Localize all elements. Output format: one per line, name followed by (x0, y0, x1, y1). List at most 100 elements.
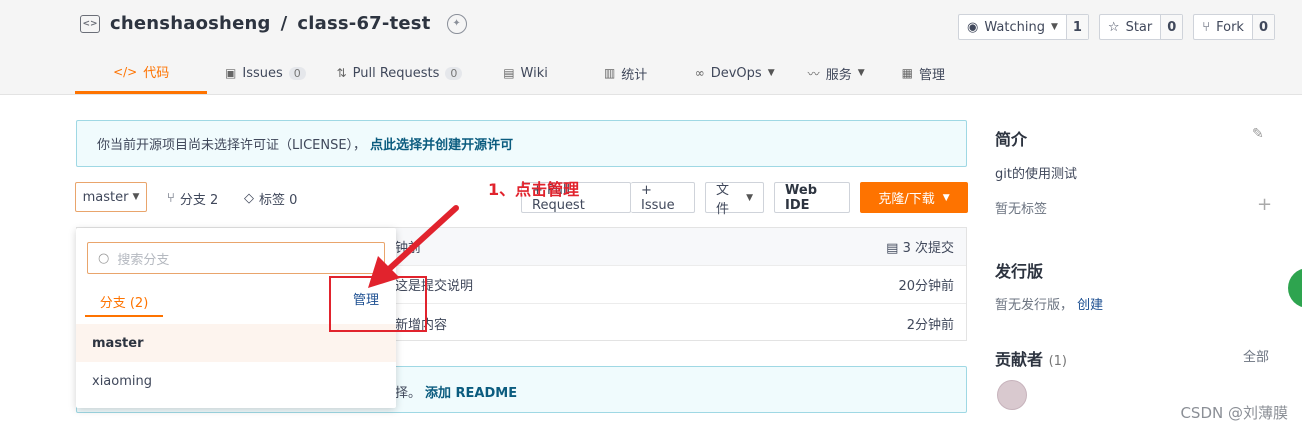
add-tag-icon[interactable]: + (1257, 194, 1272, 215)
commit-count-link[interactable]: ▤ 3 次提交 (886, 237, 954, 256)
branch-icon: ⑂ (167, 191, 175, 206)
manage-icon: ▦ (901, 66, 913, 80)
service-icon: 〰 (807, 66, 820, 81)
repo-tabs: </> 代码 ▣ Issues 0 ⇅ Pull Requests 0 ▤ Wi… (75, 52, 968, 95)
devops-icon: ∞ (694, 66, 705, 80)
wiki-icon: ▤ (503, 66, 515, 80)
tab-devops[interactable]: ∞ DevOps ▼ (676, 52, 794, 94)
fork-button[interactable]: ⑂ Fork 0 (1193, 14, 1275, 40)
intro-title: 简介 (995, 130, 1028, 149)
chevron-down-icon: ▼ (1050, 22, 1058, 32)
chevron-down-icon: ▼ (857, 68, 865, 78)
repository-icon: <> (80, 14, 100, 33)
watching-count[interactable]: 1 (1065, 15, 1088, 39)
tab-service[interactable]: 〰 服务 ▼ (794, 52, 879, 94)
contributors-label: 贡献者 (995, 350, 1044, 369)
tags-label: 标签 0 (259, 193, 298, 208)
search-placeholder: 搜索分支 (117, 252, 170, 268)
watching-button[interactable]: ◉ Watching ▼ 1 (958, 14, 1089, 40)
feedback-tab[interactable] (1288, 268, 1302, 308)
tag-icon: ◇ (244, 191, 254, 206)
avatar[interactable] (997, 380, 1027, 410)
all-contributors-link[interactable]: 全部 (1243, 346, 1269, 365)
pull-requests-count: 0 (445, 66, 463, 80)
branches-link[interactable]: ⑂ 分支 2 (167, 189, 218, 208)
branch-search-input[interactable]: ○ 搜索分支 (87, 242, 385, 274)
fork-icon: ⑂ (1202, 19, 1211, 35)
tab-label: 管理 (918, 67, 945, 83)
tab-branches[interactable]: 分支 (2) (85, 287, 163, 317)
tab-label: Issues (242, 65, 283, 81)
pull-request-icon: ⇅ (336, 66, 347, 80)
tab-issues[interactable]: ▣ Issues 0 (207, 52, 323, 94)
star-icon: ☆ (1107, 19, 1120, 35)
web-ide-button[interactable]: Web IDE (774, 182, 850, 213)
clone-download-button[interactable]: 克隆/下载 ▼ (860, 182, 968, 213)
commit-count-label: 3 次提交 (902, 241, 954, 256)
code-icon: </> (113, 64, 138, 79)
no-tags-text: 暂无标签 (995, 202, 1048, 217)
clone-toolbar: 克隆/下载 ▼ (860, 182, 968, 213)
license-notice-text: 你当前开源项目尚未选择许可证（LICENSE）， (97, 138, 367, 153)
license-notice: 你当前开源项目尚未选择许可证（LICENSE）， 点此选择并创建开源许可 (76, 120, 967, 167)
repo-owner-link[interactable]: chenshaosheng (110, 13, 271, 34)
tab-pull-requests[interactable]: ⇅ Pull Requests 0 (324, 52, 476, 94)
chevron-down-icon: ▼ (767, 68, 775, 78)
star-button[interactable]: ☆ Star 0 (1098, 14, 1184, 40)
files-button[interactable]: 文件 ▼ (705, 182, 764, 217)
files-toolbar: 文件 ▼ (705, 182, 764, 217)
clone-label: 克隆/下载 (878, 192, 935, 207)
chevron-down-icon: ▼ (746, 192, 753, 203)
repo-separator: / (280, 13, 288, 34)
tab-label: Pull Requests (352, 65, 440, 81)
no-release-text: 暂无发行版， (995, 298, 1074, 313)
annotation-text: 1、点击管理 (488, 180, 580, 199)
fork-count[interactable]: 0 (1251, 15, 1274, 39)
release-row: 暂无发行版， 创建 (995, 294, 1103, 313)
branches-label: 分支 2 (179, 193, 219, 208)
repo-actions: ◉ Watching ▼ 1 ☆ Star 0 ⑂ Fork 0 (958, 14, 1275, 40)
repo-name-link[interactable]: class-67-test (297, 13, 430, 34)
tab-label: 统计 (621, 67, 648, 83)
tab-label: 代码 (143, 66, 170, 81)
chart-icon: ▥ (603, 66, 616, 80)
release-title: 发行版 (995, 262, 1044, 281)
commit-time: 2分钟前 (906, 317, 954, 333)
star-label: Star (1125, 19, 1153, 35)
tags-link[interactable]: ◇ 标签 0 (244, 189, 297, 208)
edit-icon[interactable]: ✎ (1252, 126, 1264, 142)
tab-wiki[interactable]: ▤ Wiki (475, 52, 575, 94)
issues-count: 0 (288, 66, 306, 80)
commit-time: 20分钟前 (898, 279, 954, 294)
tab-code[interactable]: </> 代码 (75, 52, 208, 94)
add-readme-link[interactable]: 添加 README (425, 382, 517, 401)
star-count[interactable]: 0 (1160, 15, 1183, 39)
intro-text: git的使用测试 (995, 167, 1077, 182)
repo-title: <> chenshaosheng / class-67-test ✦ (80, 13, 467, 34)
annotation-highlight-box (329, 276, 427, 332)
tab-stats[interactable]: ▥ 统计 (576, 52, 676, 94)
chevron-down-icon: ▼ (942, 192, 950, 203)
web-ide-toolbar: Web IDE (774, 182, 850, 213)
create-license-link[interactable]: 点此选择并创建开源许可 (370, 134, 513, 153)
commits-icon: ▤ (886, 241, 899, 256)
new-issue-button[interactable]: + Issue (631, 182, 695, 213)
recommended-badge-icon: ✦ (446, 13, 467, 34)
contributors-count: (1) (1048, 354, 1068, 369)
tab-label: DevOps (710, 65, 762, 81)
files-label: 文件 (716, 182, 730, 217)
branch-item-xiaoming[interactable]: xiaoming (76, 362, 396, 400)
eye-icon: ◉ (967, 19, 979, 35)
watching-label: Watching (984, 19, 1045, 35)
current-branch-label: master (82, 189, 129, 205)
tab-manage[interactable]: ▦ 管理 (879, 52, 968, 94)
issues-icon: ▣ (225, 66, 237, 80)
branch-select[interactable]: master ▼ (75, 182, 147, 212)
tab-label: 服务 (825, 67, 852, 83)
readme-notice-text: 择。 (395, 386, 422, 401)
chevron-down-icon: ▼ (132, 192, 140, 202)
repo-header: <> chenshaosheng / class-67-test ✦ ◉ Watc… (0, 0, 1302, 95)
tab-label: Wiki (520, 65, 548, 81)
contributors-title: 贡献者 (1) (995, 346, 1067, 370)
create-release-link[interactable]: 创建 (1077, 298, 1103, 313)
